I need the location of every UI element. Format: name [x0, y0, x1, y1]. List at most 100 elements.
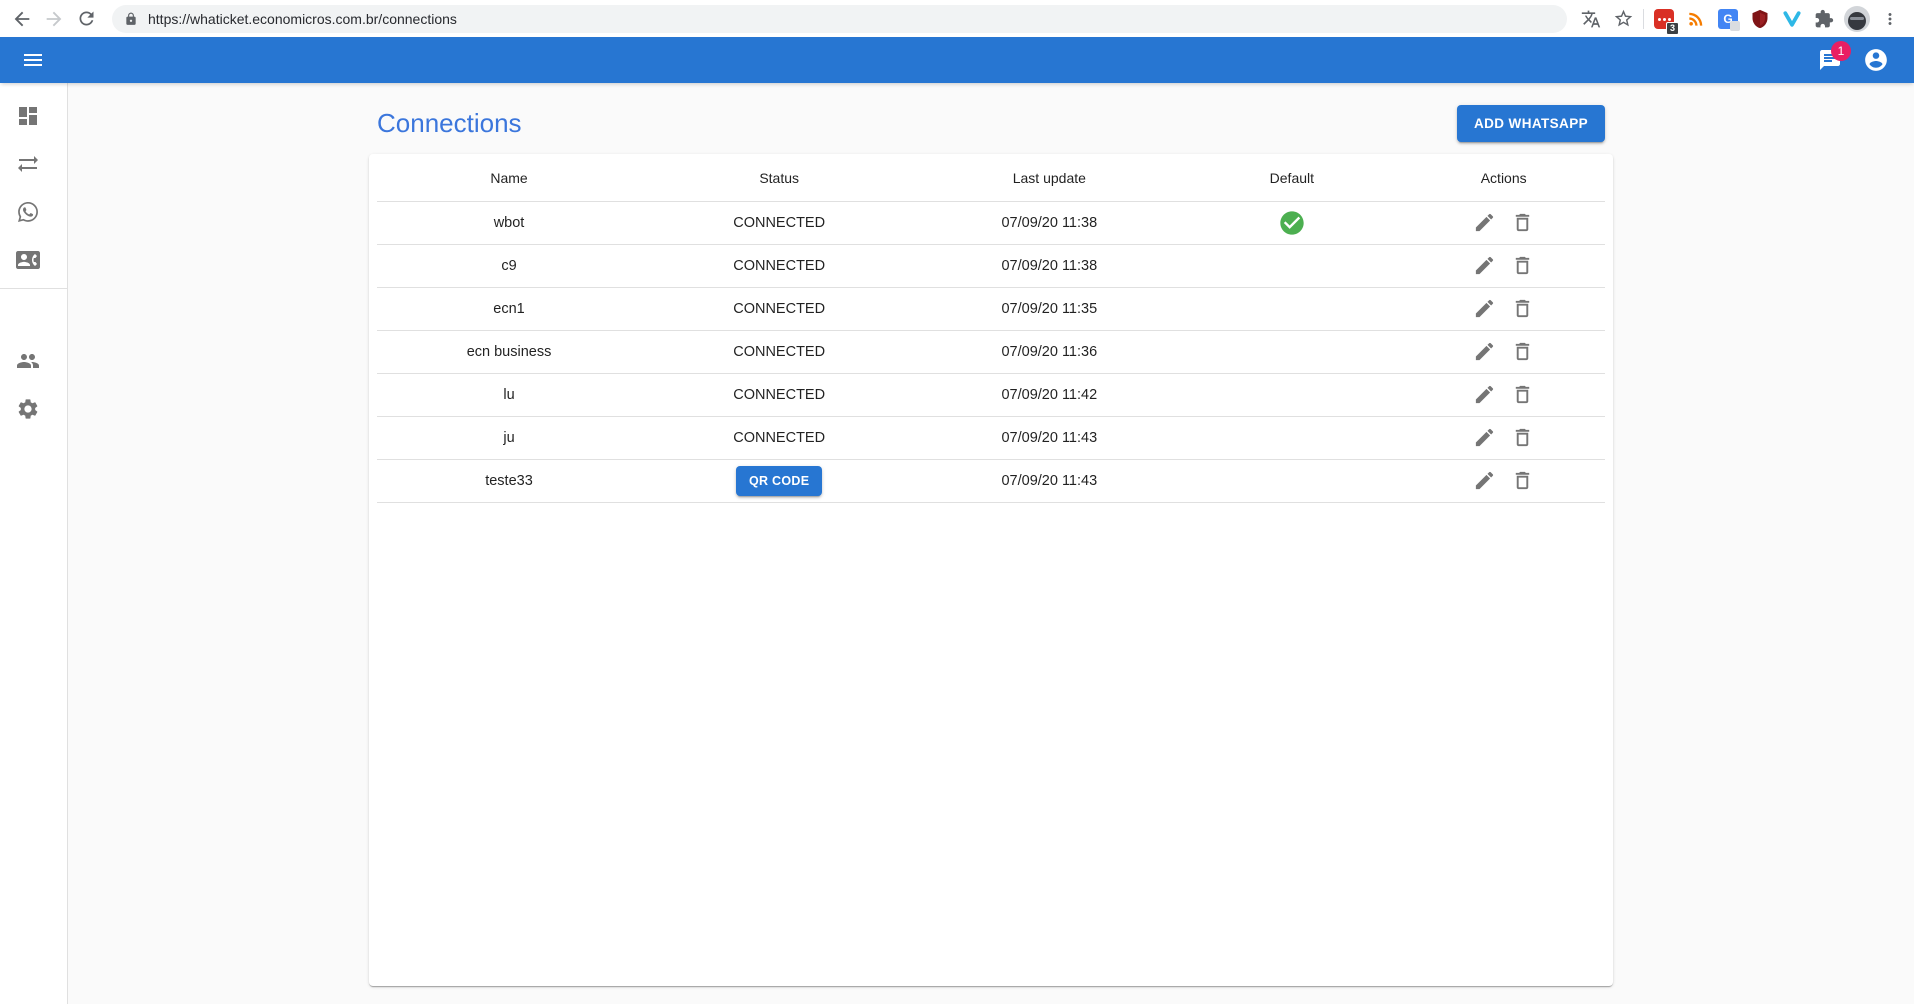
notifications-button[interactable]: 1	[1810, 40, 1850, 80]
reload-icon	[76, 8, 97, 29]
edit-button[interactable]	[1468, 464, 1502, 498]
dashboard-icon	[16, 104, 40, 128]
swap-arrows-icon	[16, 152, 40, 176]
delete-button[interactable]	[1506, 464, 1540, 498]
sidebar-item-contacts[interactable]	[0, 236, 67, 284]
browser-window: https://whaticket.economicros.com.br/con…	[0, 0, 1914, 1004]
lock-icon	[124, 12, 138, 26]
delete-button[interactable]	[1506, 335, 1540, 369]
extension-ublock-button[interactable]	[1744, 3, 1776, 35]
connection-last-update: 07/09/20 11:42	[917, 373, 1181, 416]
main-content: Connections ADD WHATSAPP Name Status Las…	[68, 83, 1914, 1004]
edit-pencil-icon	[1473, 340, 1496, 363]
sidebar-item-tickets[interactable]	[0, 188, 67, 236]
trash-icon	[1511, 340, 1534, 363]
account-menu-button[interactable]	[1856, 40, 1896, 80]
profile-avatar	[1848, 12, 1866, 30]
delete-button[interactable]	[1506, 249, 1540, 283]
trash-icon	[1511, 211, 1534, 234]
sidebar-item-settings[interactable]	[0, 385, 67, 433]
edit-button[interactable]	[1468, 292, 1502, 326]
extension-translate-button[interactable]: G	[1712, 3, 1744, 35]
content-area: Connections ADD WHATSAPP Name Status Las…	[0, 83, 1914, 1004]
trash-icon	[1511, 383, 1534, 406]
qr-code-button[interactable]: QR CODE	[736, 466, 822, 496]
edit-pencil-icon	[1473, 383, 1496, 406]
edit-pencil-icon	[1473, 297, 1496, 320]
address-bar[interactable]: https://whaticket.economicros.com.br/con…	[112, 5, 1567, 33]
edit-button[interactable]	[1468, 335, 1502, 369]
table-row: teste33 QR CODE 07/09/20 11:43	[377, 459, 1605, 502]
header-actions: Actions	[1402, 156, 1605, 201]
header-last-update: Last update	[917, 156, 1181, 201]
connection-name: ecn1	[377, 287, 641, 330]
kebab-menu-icon	[1881, 10, 1899, 28]
edit-pencil-icon	[1473, 426, 1496, 449]
table-header-row: Name Status Last update Default Actions	[377, 156, 1605, 201]
sidebar-item-dashboard[interactable]	[0, 92, 67, 140]
back-icon	[11, 8, 33, 30]
edit-button[interactable]	[1468, 421, 1502, 455]
edit-pencil-icon	[1473, 254, 1496, 277]
connection-status: CONNECTED	[733, 387, 825, 403]
table-row: lu CONNECTED 07/09/20 11:42	[377, 373, 1605, 416]
browser-menu-button[interactable]	[1874, 3, 1906, 35]
trash-icon	[1511, 254, 1534, 277]
connection-status: CONNECTED	[733, 215, 825, 231]
header-status: Status	[641, 156, 917, 201]
menu-icon	[21, 48, 45, 72]
extension-badge: 3	[1666, 22, 1679, 35]
table-row: ju CONNECTED 07/09/20 11:43	[377, 416, 1605, 459]
connection-status: CONNECTED	[733, 344, 825, 360]
whatsapp-icon	[16, 200, 40, 224]
table-row: ecn business CONNECTED 07/09/20 11:36	[377, 330, 1605, 373]
people-icon	[16, 349, 40, 373]
vimeo-v-icon	[1782, 9, 1802, 29]
google-translate-extension-icon: G	[1718, 9, 1738, 29]
url-text: https://whaticket.economicros.com.br/con…	[148, 11, 457, 27]
extension-rss-button[interactable]	[1680, 3, 1712, 35]
table-row: ecn1 CONNECTED 07/09/20 11:35	[377, 287, 1605, 330]
sidebar-section-gap	[0, 293, 67, 337]
connection-last-update: 07/09/20 11:43	[917, 459, 1181, 502]
extension-red-button[interactable]: 3	[1648, 3, 1680, 35]
app-bar: 1	[0, 37, 1914, 83]
connection-last-update: 07/09/20 11:36	[917, 330, 1181, 373]
connection-last-update: 07/09/20 11:43	[917, 416, 1181, 459]
delete-button[interactable]	[1506, 421, 1540, 455]
menu-toggle-button[interactable]	[13, 40, 53, 80]
gear-icon	[16, 397, 40, 421]
edit-button[interactable]	[1468, 206, 1502, 240]
bookmark-star-button[interactable]	[1607, 3, 1639, 35]
connections-table: Name Status Last update Default Actions …	[377, 156, 1605, 503]
delete-button[interactable]	[1506, 292, 1540, 326]
connection-name: wbot	[377, 201, 641, 244]
account-circle-icon	[1863, 47, 1889, 73]
sidebar-item-users[interactable]	[0, 337, 67, 385]
connection-name: teste33	[377, 459, 641, 502]
header-default: Default	[1181, 156, 1402, 201]
extension-vimeo-button[interactable]	[1776, 3, 1808, 35]
back-button[interactable]	[6, 3, 38, 35]
forward-button	[38, 3, 70, 35]
trash-icon	[1511, 426, 1534, 449]
extensions-button[interactable]	[1808, 3, 1840, 35]
sidebar-item-connections[interactable]	[0, 140, 67, 188]
star-icon	[1613, 8, 1634, 29]
page-translate-button[interactable]	[1575, 3, 1607, 35]
browser-profile-button[interactable]	[1844, 6, 1870, 32]
connection-last-update: 07/09/20 11:35	[917, 287, 1181, 330]
reload-button[interactable]	[70, 3, 102, 35]
delete-button[interactable]	[1506, 206, 1540, 240]
connection-name: lu	[377, 373, 641, 416]
delete-button[interactable]	[1506, 378, 1540, 412]
sidebar-divider	[0, 288, 67, 289]
default-check-icon	[1278, 209, 1306, 237]
contact-phone-icon	[16, 248, 40, 272]
toolbar-separator	[1643, 9, 1644, 29]
edit-pencil-icon	[1473, 211, 1496, 234]
edit-button[interactable]	[1468, 249, 1502, 283]
edit-button[interactable]	[1468, 378, 1502, 412]
ublock-shield-icon	[1750, 9, 1770, 29]
add-whatsapp-button[interactable]: ADD WHATSAPP	[1457, 105, 1605, 142]
